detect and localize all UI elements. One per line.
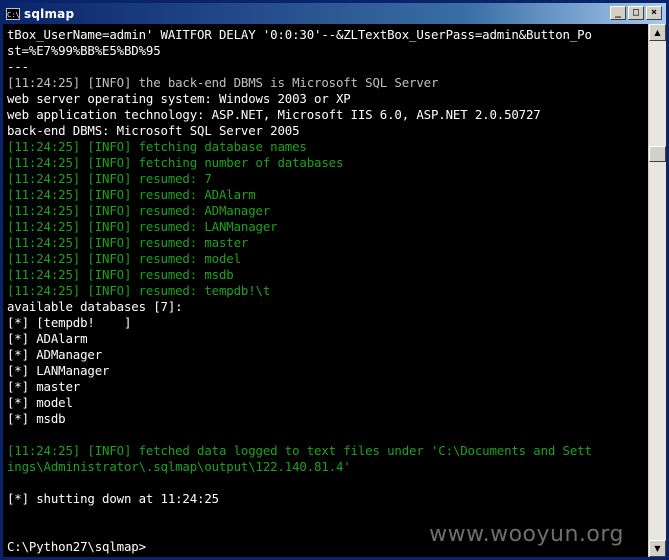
console-line: tBox_UserName=admin' WAITFOR DELAY '0:0:… xyxy=(7,27,592,42)
console-output[interactable]: tBox_UserName=admin' WAITFOR DELAY '0:0:… xyxy=(3,24,646,557)
console-line: [11:24:25] [INFO] fetching database name… xyxy=(7,139,307,154)
console-line: [11:24:25] [INFO] resumed: ADAlarm xyxy=(7,187,256,202)
console-line: st=%E7%99%BB%E5%BD%95 xyxy=(7,43,161,58)
scroll-thumb[interactable] xyxy=(649,146,666,162)
console-window: C:\ sqlmap _ □ × tBox_UserName=admin' WA… xyxy=(0,0,669,560)
window-title: sqlmap xyxy=(24,6,75,21)
console-line: [11:24:25] [INFO] resumed: ADManager xyxy=(7,203,271,218)
scroll-down-button[interactable]: ▼ xyxy=(649,540,666,557)
caption-buttons: _ □ × xyxy=(610,6,662,20)
scroll-up-button[interactable]: ▲ xyxy=(649,24,666,41)
watermark: www.wooyun.org xyxy=(429,522,624,547)
console-line: [11:24:25] [INFO] the back-end DBMS is M… xyxy=(7,75,439,90)
console-line: [11:24:25] [INFO] resumed: tempdb!\t xyxy=(7,283,271,298)
console-app-icon[interactable]: C:\ xyxy=(6,7,20,20)
console-line: [*] master xyxy=(7,379,81,394)
minimize-button[interactable]: _ xyxy=(610,6,626,20)
console-line: [11:24:25] [INFO] resumed: 7 xyxy=(7,171,212,186)
console-line: [*] msdb xyxy=(7,411,66,426)
console-line: [11:24:25] [INFO] fetching number of dat… xyxy=(7,155,344,170)
console-line: [11:24:25] [INFO] resumed: model xyxy=(7,251,241,266)
console-line: [*] model xyxy=(7,395,73,410)
maximize-button[interactable]: □ xyxy=(628,6,644,20)
console-line: [11:24:25] [INFO] resumed: LANManager xyxy=(7,219,278,234)
console-line: [*] [tempdb! ] xyxy=(7,315,132,330)
title-bar[interactable]: C:\ sqlmap _ □ × xyxy=(3,3,666,24)
console-line: --- xyxy=(7,59,29,74)
console-line: [*] LANManager xyxy=(7,363,110,378)
console-line: ings\Administrator\.sqlmap\output\122.14… xyxy=(7,459,351,474)
close-button[interactable]: × xyxy=(646,6,662,20)
console-line: web server operating system: Windows 200… xyxy=(7,91,351,106)
console-line: [11:24:25] [INFO] resumed: msdb xyxy=(7,267,234,282)
console-line: [*] ADAlarm xyxy=(7,331,88,346)
console-line: [11:24:25] [INFO] resumed: master xyxy=(7,235,249,250)
console-line: [*] shutting down at 11:24:25 xyxy=(7,491,219,506)
vertical-scrollbar[interactable]: ▲ ▼ xyxy=(648,24,666,557)
console-line: back-end DBMS: Microsoft SQL Server 2005 xyxy=(7,123,300,138)
console-lines: tBox_UserName=admin' WAITFOR DELAY '0:0:… xyxy=(3,24,646,555)
console-line: [*] ADManager xyxy=(7,347,103,362)
console-line: web application technology: ASP.NET, Mic… xyxy=(7,107,541,122)
console-line: available databases [7]: xyxy=(7,299,183,314)
console-line: [11:24:25] [INFO] fetched data logged to… xyxy=(7,443,592,458)
